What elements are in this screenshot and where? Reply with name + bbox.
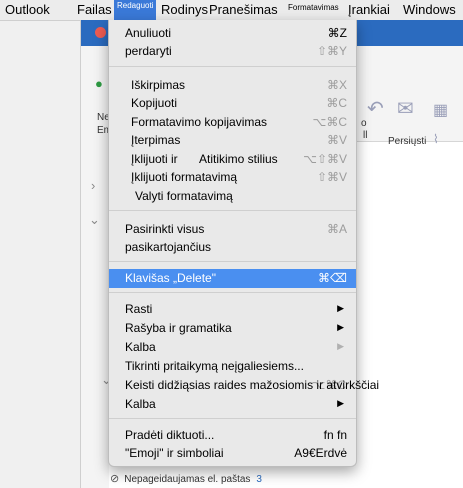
menu-item-label: Kalba: [125, 340, 156, 354]
unread-count: 3: [256, 474, 262, 485]
menu-item-select-repeat[interactable]: pasikartojančius: [109, 238, 356, 256]
junk-folder-icon: ⊘: [110, 473, 120, 485]
menu-item-insert[interactable]: Įterpimas ⌘V: [109, 131, 356, 149]
menubar-item-outlook[interactable]: Outlook: [5, 2, 50, 17]
shortcut-label: ⇧⌘V: [316, 170, 347, 184]
shortcut-label: ⌘A: [326, 222, 347, 236]
new-email-icon[interactable]: ●: [95, 76, 103, 91]
menu-item-label: Kopijuoti: [131, 96, 178, 110]
menu-item-delete-key[interactable]: Klavišas „Delete" ⌘⌫: [109, 269, 356, 288]
forward-button-label[interactable]: Persiųsti: [388, 136, 426, 147]
shortcut-label: ⌘⌫: [318, 271, 347, 285]
folder-sidebar: [81, 141, 109, 488]
menu-item-language[interactable]: Kalba ▶: [109, 338, 356, 356]
menu-item-copy[interactable]: Kopijuoti ⌘C: [109, 94, 356, 112]
menu-item-clear-format[interactable]: Valyti formatavimą: [109, 187, 356, 205]
menubar-item-view[interactable]: Rodinys: [161, 2, 208, 17]
menubar-item-message[interactable]: Pranešimas: [209, 2, 278, 17]
menu-item-label: Atitikimo stilius: [199, 152, 278, 166]
shortcut-label: ⌘X: [326, 78, 347, 92]
menu-item-label: Iškirpimas: [131, 78, 186, 92]
menu-separator: [109, 66, 356, 67]
menu-separator: [109, 418, 356, 419]
shortcut-label: ⌥⌘C: [312, 115, 348, 129]
menu-item-copy-format[interactable]: Formatavimo kopijavimas ⌥⌘C: [109, 113, 356, 131]
menu-item-cut[interactable]: Iškirpimas ⌘X: [109, 76, 356, 94]
submenu-arrow-icon: ▶: [337, 341, 344, 351]
menu-item-label: Kalba: [125, 397, 156, 411]
menu-item-label: perdaryti: [125, 44, 172, 58]
menu-item-label: "Emoji" ir simboliai: [125, 446, 224, 460]
ribbon-fragment: ll: [363, 130, 368, 141]
menu-item-spelling[interactable]: Rašyba ir gramatika ▶: [109, 319, 356, 337]
menu-item-label: Įklijuoti formatavimą: [131, 170, 238, 184]
menu-item-label: Įklijuoti ir: [131, 152, 178, 166]
menu-item-start-dictation[interactable]: Pradėti diktuoti... fn fn: [109, 426, 356, 444]
menubar-item-format[interactable]: Formatavimas: [288, 3, 339, 12]
edit-menu: Anuliuoti ⌘Z perdaryti ⇧⌘Y Iškirpimas ⌘X…: [108, 20, 379, 467]
menubar-item-file[interactable]: Failas: [77, 2, 112, 17]
ribbon-fragment: o: [361, 118, 367, 129]
shortcut-label: ⌘C: [326, 96, 347, 110]
chevron-right-icon[interactable]: ›: [91, 178, 95, 193]
menu-item-select-all[interactable]: Pasirinkti visus ⌘A: [109, 220, 356, 238]
menu-item-paste-match-style[interactable]: Įklijuoti ir Atitikimo stilius ⌥⇧⌘V: [109, 150, 356, 168]
menu-item-change-case[interactable]: ⌥⌘C Keisti didžiąsias raides mažosiomis …: [109, 376, 379, 394]
attachment-icon[interactable]: ⌇: [433, 132, 439, 146]
close-window-button[interactable]: [95, 27, 106, 38]
menu-separator: [109, 210, 356, 211]
menu-item-label: Valyti formatavimą: [135, 189, 233, 203]
menu-item-label: Tikrinti pritaikymą neįgaliesiems...: [125, 359, 304, 373]
menu-bar: Outlook Failas Redaguoti Rodinys Praneši…: [0, 0, 463, 21]
submenu-arrow-icon: ▶: [337, 398, 344, 408]
menu-item-label: Pradėti diktuoti...: [125, 428, 215, 442]
menu-item-accessibility-check[interactable]: Tikrinti pritaikymą neįgaliesiems...: [109, 357, 356, 375]
menu-item-label: Įterpimas: [131, 133, 181, 147]
menu-item-label: Formatavimo kopijavimas: [131, 115, 268, 129]
menu-item-label: Klavišas „Delete": [125, 271, 216, 285]
calendar-icon[interactable]: ▦: [433, 100, 448, 120]
menu-item-find[interactable]: Rasti ▶: [109, 300, 356, 318]
folder-item-junk[interactable]: ⊘ Nepageidaujamas el. paštas 3: [110, 472, 262, 485]
folder-item-label: Nepageidaujamas el. paštas: [124, 474, 251, 485]
menu-item-undo[interactable]: Anuliuoti ⌘Z: [109, 24, 356, 42]
shortcut-label: ⌘V: [326, 133, 347, 147]
shortcut-label: ⇧⌘Y: [316, 44, 347, 58]
submenu-arrow-icon: ▶: [337, 303, 344, 313]
menu-item-language-2[interactable]: Kalba ▶: [109, 395, 356, 413]
menu-item-label: Rašyba ir gramatika: [125, 321, 232, 335]
menu-separator: [109, 261, 356, 262]
menubar-item-windows[interactable]: Windows: [403, 2, 456, 17]
submenu-arrow-icon: ▶: [337, 322, 344, 332]
menu-item-redo[interactable]: perdaryti ⇧⌘Y: [109, 42, 356, 60]
menu-item-emoji-symbols[interactable]: "Emoji" ir simboliai A9€Erdvė: [109, 444, 356, 462]
forward-icon[interactable]: ✉: [397, 96, 414, 121]
shortcut-label: ⌥⇧⌘V: [303, 152, 347, 166]
shortcut-label: ⌘Z: [327, 26, 347, 40]
menubar-item-tools[interactable]: Įrankiai: [348, 2, 390, 17]
menubar-item-edit[interactable]: Redaguoti: [114, 0, 157, 20]
menu-item-label: Pasirinkti visus: [125, 222, 205, 236]
menu-item-label: pasikartojančius: [125, 240, 212, 254]
menu-item-label: Rasti: [125, 302, 153, 316]
menu-item-label: Anuliuoti: [125, 26, 172, 40]
shortcut-label: fn fn: [323, 428, 347, 442]
shortcut-label: A9€Erdvė: [294, 446, 347, 460]
menu-item-label: Keisti didžiąsias raides mažosiomis ir a…: [125, 378, 380, 392]
chevron-down-icon[interactable]: ⌄: [89, 212, 100, 228]
menu-separator: [109, 292, 356, 293]
reply-all-icon[interactable]: ↶: [367, 96, 384, 121]
menu-item-paste-format[interactable]: Įklijuoti formatavimą ⇧⌘V: [109, 168, 356, 186]
